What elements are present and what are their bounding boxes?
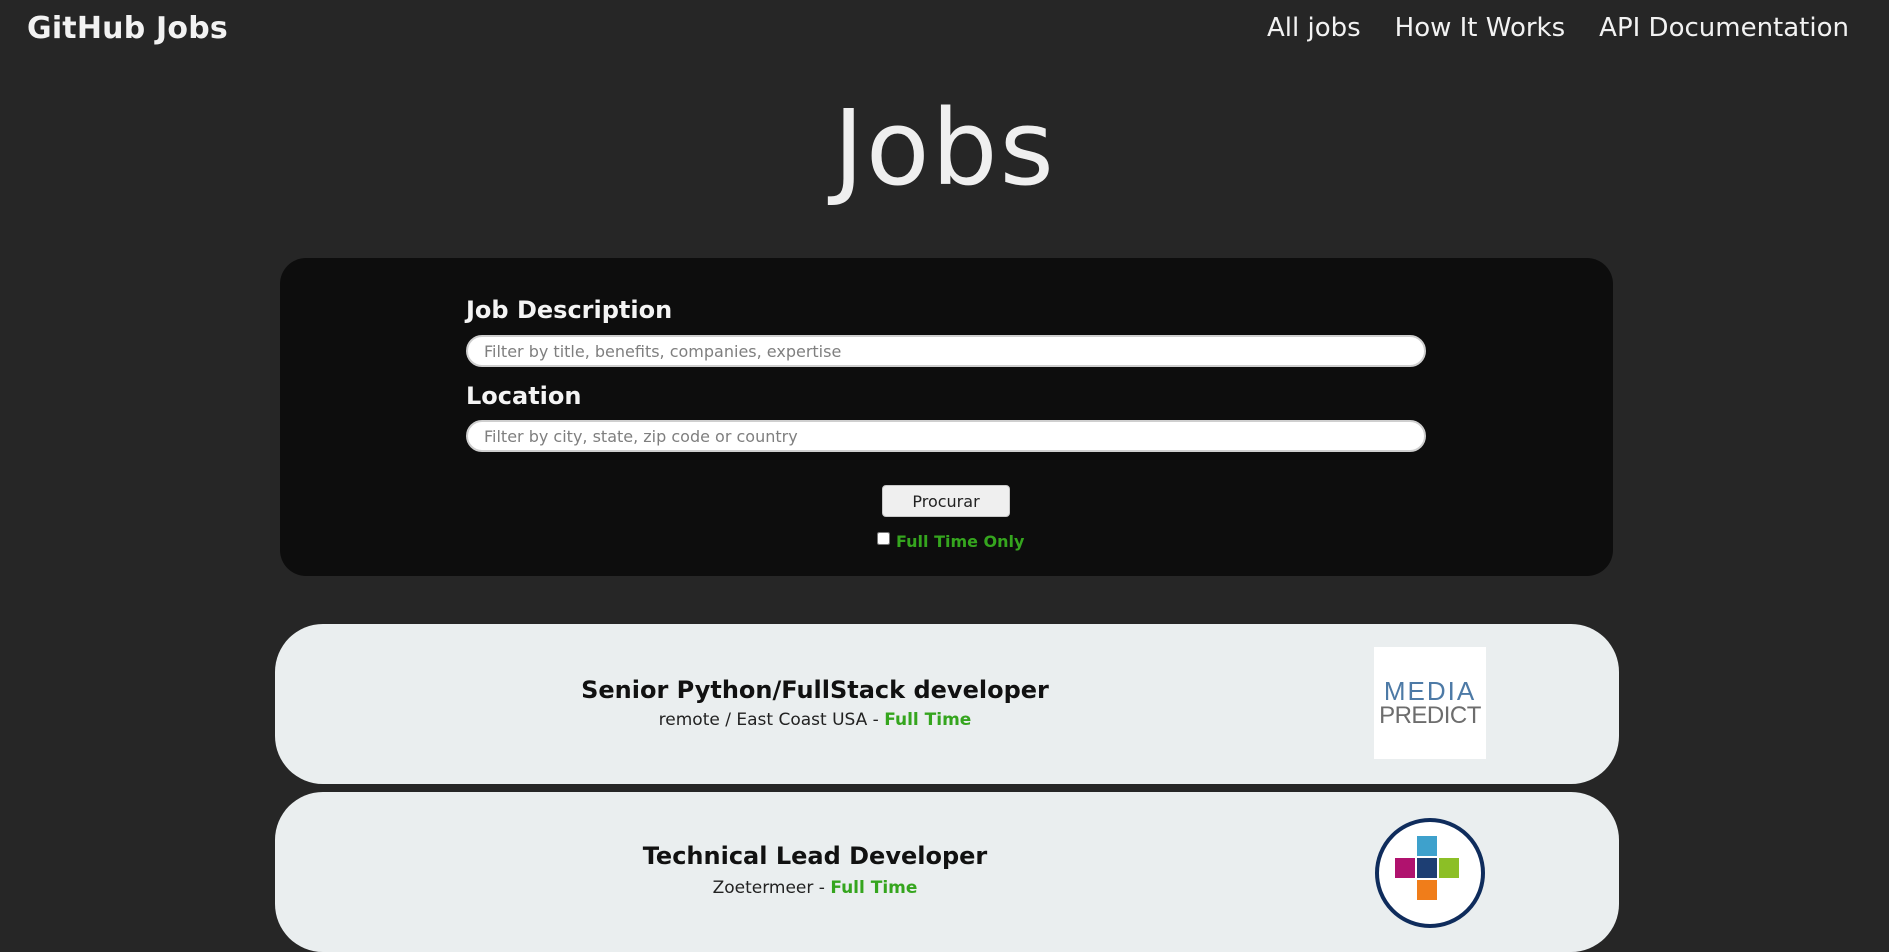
job-type: Full Time <box>884 710 972 730</box>
job-title[interactable]: Senior Python/FullStack developer <box>275 676 1355 704</box>
logo-text-predict: PREDICT <box>1379 702 1481 729</box>
search-panel: Job Description Location Procurar Full T… <box>280 258 1613 576</box>
job-location: remote / East Coast USA <box>658 710 868 730</box>
location-label: Location <box>466 382 582 410</box>
location-input[interactable] <box>466 420 1426 452</box>
company-logo: MEDIA PREDICT <box>1374 647 1486 759</box>
full-time-filter: Full Time Only <box>877 532 1024 551</box>
job-meta: Zoetermeer - Full Time <box>275 878 1355 898</box>
full-time-label[interactable]: Full Time Only <box>896 532 1024 551</box>
search-button[interactable]: Procurar <box>882 485 1010 517</box>
main-nav: All jobs How It Works API Documentation <box>1267 13 1849 43</box>
job-meta-separator: - <box>813 878 831 898</box>
page-title: Jobs <box>833 87 1056 209</box>
job-title[interactable]: Technical Lead Developer <box>275 842 1355 870</box>
full-time-checkbox[interactable] <box>877 532 890 545</box>
job-description-label: Job Description <box>466 296 673 324</box>
job-card[interactable]: Technical Lead Developer Zoetermeer - Fu… <box>275 792 1619 952</box>
colored-cross-logo-icon <box>1375 818 1485 928</box>
job-meta: remote / East Coast USA - Full Time <box>275 710 1355 730</box>
job-meta-separator: - <box>867 710 885 730</box>
job-type: Full Time <box>830 878 918 898</box>
job-location: Zoetermeer <box>712 878 814 898</box>
logo-text-media: MEDIA <box>1383 676 1477 706</box>
nav-all-jobs[interactable]: All jobs <box>1267 13 1361 43</box>
job-description-input[interactable] <box>466 335 1426 367</box>
top-navbar: GitHub Jobs All jobs How It Works API Do… <box>0 0 1889 60</box>
nav-how-it-works[interactable]: How It Works <box>1395 13 1566 43</box>
nav-api-documentation[interactable]: API Documentation <box>1599 13 1849 43</box>
job-card[interactable]: Senior Python/FullStack developer remote… <box>275 624 1619 784</box>
brand-logo-link[interactable]: GitHub Jobs <box>27 11 228 46</box>
